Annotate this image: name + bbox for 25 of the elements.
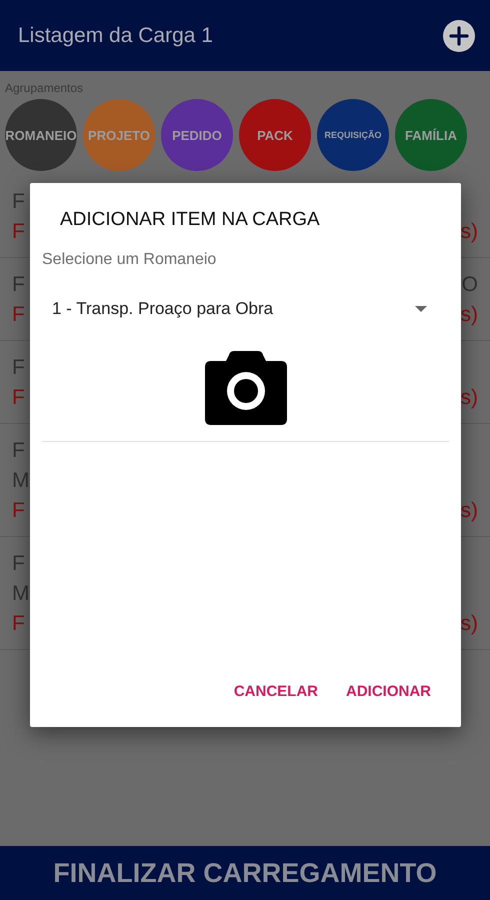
- row-text: s): [460, 385, 478, 411]
- finish-button[interactable]: FINALIZAR CARREGAMENTO: [0, 846, 490, 900]
- dialog-button[interactable]: CANCELAR: [234, 683, 318, 700]
- row-text: F: [12, 302, 25, 328]
- group-button[interactable]: PEDIDO: [161, 99, 233, 171]
- group-button[interactable]: REQUISIÇÃO: [317, 99, 389, 171]
- dialog-button[interactable]: ADICIONAR: [346, 683, 431, 700]
- row-text: s): [460, 302, 478, 328]
- row-text: F: [12, 611, 25, 637]
- row-text: F: [12, 498, 25, 524]
- camera-icon[interactable]: [204, 351, 286, 425]
- screen-title: Listagem da Carga 1: [18, 24, 213, 48]
- field-label: Selecione um Romaneio: [42, 251, 218, 269]
- row-text: F: [12, 219, 25, 245]
- add-icon[interactable]: [443, 20, 475, 52]
- row-text: s): [460, 611, 478, 637]
- dialog-title: ADICIONAR ITEM NA CARGA: [60, 209, 321, 231]
- row-text: s): [460, 219, 478, 245]
- row-text: s): [460, 498, 478, 524]
- romaneio-dropdown[interactable]: 1 - Transp. Proaço para Obra: [52, 297, 449, 321]
- group-button[interactable]: FAMÍLIA: [395, 99, 467, 171]
- group-button[interactable]: ROMANEIO: [5, 99, 77, 171]
- row-text: F: [12, 385, 25, 411]
- dropdown-caret-icon: [415, 306, 427, 312]
- group-button[interactable]: PACK: [239, 99, 311, 171]
